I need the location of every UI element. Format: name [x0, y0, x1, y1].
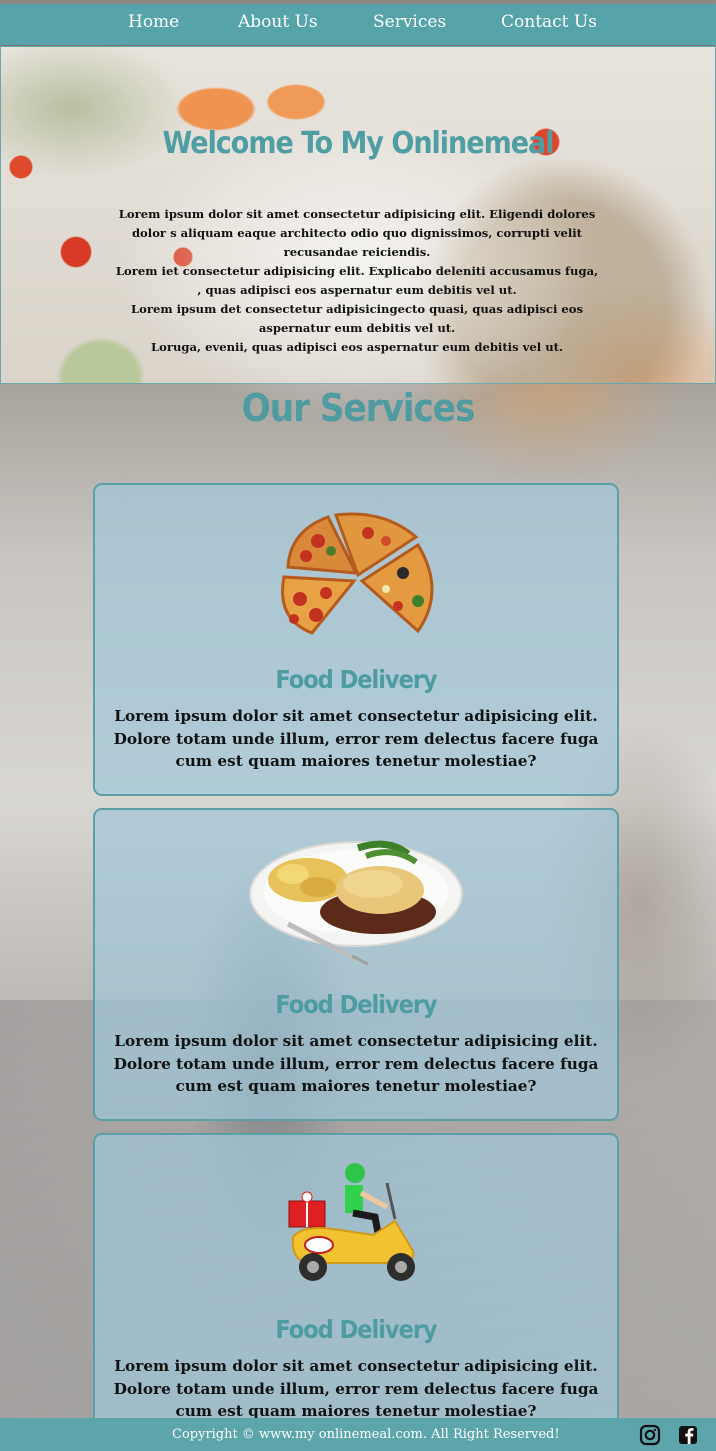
footer: Copyright © www.my onlinemeal.com. All R…: [0, 1418, 716, 1451]
card-title: Food Delivery: [275, 990, 437, 1019]
card-description: Lorem ipsum dolor sit amet consectetur a…: [113, 1032, 599, 1095]
hero-paragraph: Lorem ipsum det consectetur adipisicinge…: [130, 302, 584, 335]
service-card: Food Delivery Lorem ipsum dolor sit amet…: [93, 808, 619, 1121]
card-title: Food Delivery: [275, 665, 437, 694]
meal-plate-image: [95, 832, 621, 967]
hero-description: Lorem ipsum dolor sit amet consectetur a…: [112, 205, 602, 357]
card-title: Food Delivery: [275, 1315, 437, 1344]
facebook-icon[interactable]: [677, 1424, 699, 1446]
nav-contact-us[interactable]: Contact Us: [501, 12, 597, 32]
nav-home[interactable]: Home: [128, 12, 179, 32]
top-navigation: Home About Us Services Contact Us: [0, 4, 716, 45]
card-description: Lorem ipsum dolor sit amet consectetur a…: [113, 707, 599, 770]
nav-about-us[interactable]: About Us: [238, 12, 318, 32]
services-title: Our Services: [241, 386, 476, 430]
hero-paragraph: Lorem iet consectetur adipisicing elit. …: [115, 264, 599, 297]
service-card: Food Delivery Lorem ipsum dolor sit amet…: [93, 483, 619, 796]
pizza-image: [95, 511, 621, 641]
copyright-text: Copyright © www.my onlinemeal.com. All R…: [172, 1427, 560, 1442]
instagram-icon[interactable]: [639, 1424, 661, 1446]
hero-title: Welcome To My Onlinemeal: [162, 126, 555, 161]
nav-services[interactable]: Services: [373, 12, 446, 32]
hero-paragraph: Loruga, evenii, quas adipisci eos aspern…: [150, 340, 564, 354]
hero-paragraph: Lorem ipsum dolor sit amet consectetur a…: [118, 207, 596, 259]
service-card: Food Delivery Lorem ipsum dolor sit amet…: [93, 1133, 619, 1446]
scooter-delivery-image: [95, 1163, 621, 1288]
card-description: Lorem ipsum dolor sit amet consectetur a…: [113, 1357, 599, 1420]
